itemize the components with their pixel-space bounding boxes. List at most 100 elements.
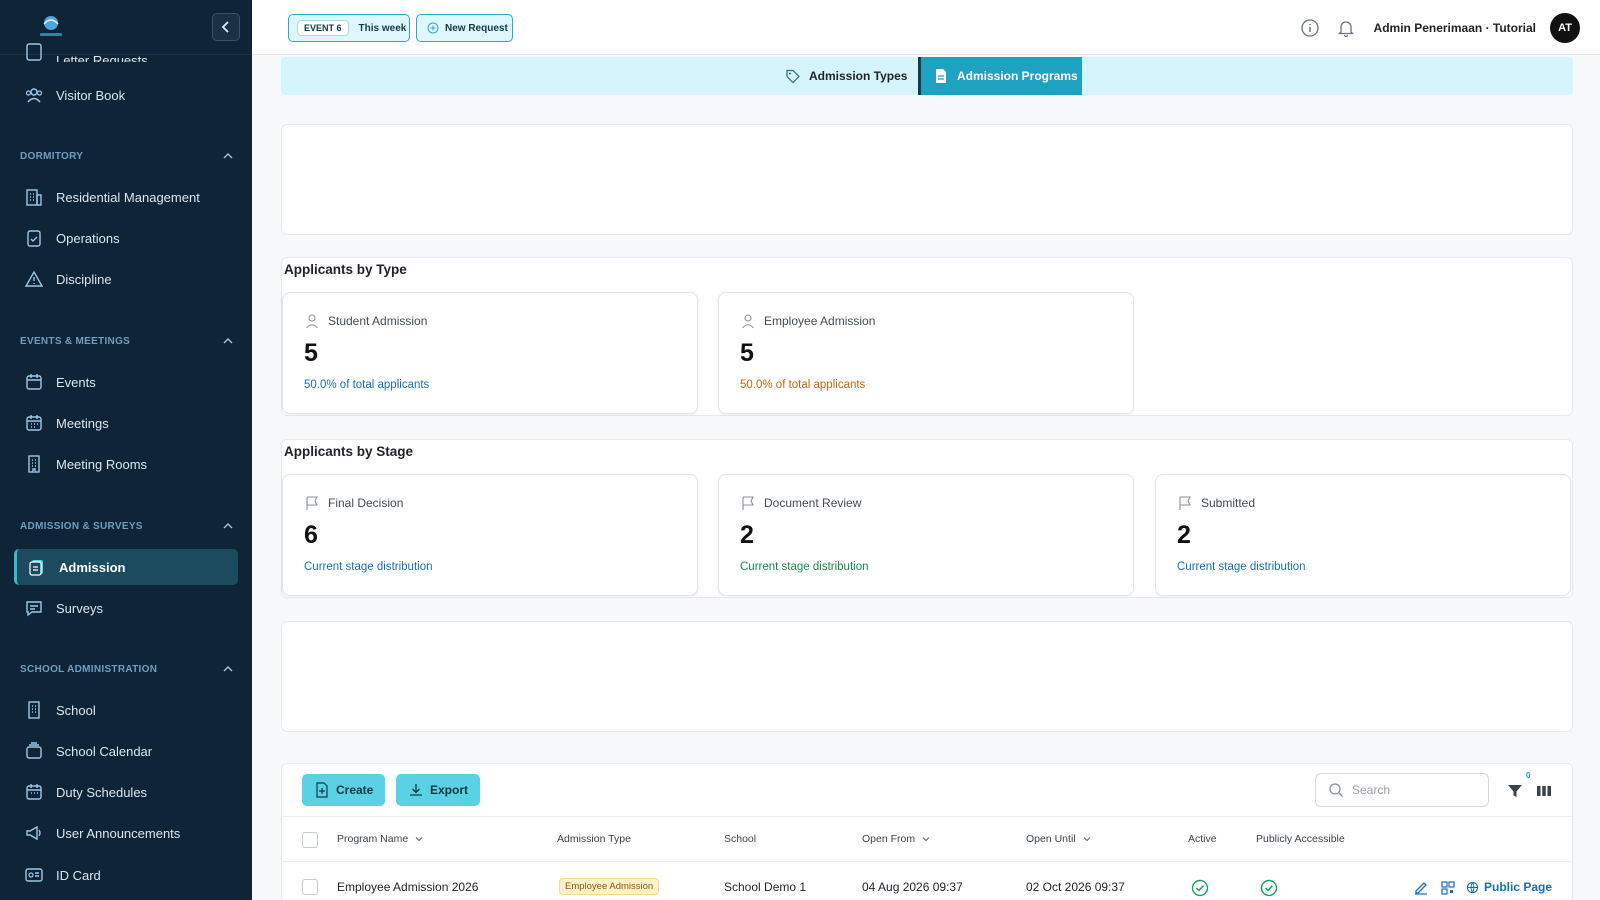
sidebar-item-label: School [56, 702, 96, 718]
user-icon [742, 314, 754, 329]
stage-card-final-decision: Final Decision 6 Current stage distribut… [282, 474, 698, 596]
sidebar-item-label: Residential Management [56, 189, 200, 205]
sidebar-item-duty-schedules[interactable]: Duty Schedules [24, 774, 238, 810]
sidebar-item-events[interactable]: Events [24, 364, 238, 400]
letter-icon [26, 43, 42, 61]
admission-programs-table: Create Export 0 Program Name Admission T… [281, 763, 1573, 900]
table-header: Program Name Admission Type School Open … [282, 816, 1572, 862]
flag-icon [742, 496, 754, 510]
event-week-button[interactable]: EVENT 6 This week [288, 14, 410, 42]
flag-icon [306, 496, 318, 510]
sidebar-item-label: Meeting Rooms [56, 456, 148, 472]
card-value: 5 [304, 339, 318, 367]
stage-card-document-review: Document Review 2 Current stage distribu… [718, 474, 1134, 596]
sidebar-section-admission-surveys[interactable]: ADMISSION & SURVEYS [20, 520, 234, 532]
sidebar-section-dormitory[interactable]: DORMITORY [20, 150, 234, 162]
column-label: School [724, 833, 757, 845]
search-input[interactable] [1352, 783, 1472, 797]
admission-tabs: Admission Types Admission Programs [281, 57, 1573, 95]
avatar[interactable]: AT [1550, 13, 1580, 43]
search-box[interactable] [1315, 773, 1489, 807]
column-program-name[interactable]: Program Name [337, 833, 424, 845]
qr-code-icon[interactable] [1440, 880, 1456, 896]
row-checkbox[interactable] [302, 879, 318, 895]
download-icon [410, 784, 422, 796]
sidebar-item-label: Admission [59, 559, 126, 575]
sidebar-section-events-meetings[interactable]: EVENTS & MEETINGS [20, 335, 234, 347]
sidebar-section-school-administration[interactable]: SCHOOL ADMINISTRATION [20, 663, 234, 675]
stage-card-submitted: Submitted 2 Current stage distribution [1155, 474, 1571, 596]
tab-admission-programs[interactable]: Admission Programs [918, 57, 1082, 95]
column-open-from[interactable]: Open From [862, 833, 931, 845]
chevron-up-icon [223, 338, 233, 344]
sidebar-item-letter-requests[interactable]: Letter Requests [24, 36, 238, 62]
select-all-checkbox[interactable] [302, 832, 318, 848]
column-open-until[interactable]: Open Until [1026, 833, 1092, 845]
sidebar-item-label: Operations [56, 230, 120, 246]
public-check-icon [1260, 879, 1278, 897]
sidebar-item-school-calendar[interactable]: School Calendar [24, 733, 238, 769]
sidebar-item-meetings[interactable]: Meetings [24, 405, 238, 441]
card-value: 5 [740, 339, 754, 367]
sort-chevron-icon [922, 837, 930, 842]
building-icon [26, 189, 42, 206]
flag-icon [1179, 496, 1191, 510]
sort-chevron-icon [1083, 837, 1091, 842]
user-name[interactable]: Admin Penerimaan · Tutorial [1374, 21, 1536, 35]
sidebar-item-user-announcements[interactable]: User Announcements [24, 815, 238, 851]
sidebar-item-id-card[interactable]: ID Card [24, 857, 238, 893]
sidebar-item-meeting-rooms[interactable]: Meeting Rooms [24, 446, 238, 482]
user-icon [306, 314, 318, 329]
sidebar: Letter Requests Visitor Book DORMITORY R… [0, 0, 252, 900]
filter-icon[interactable] [1506, 782, 1524, 800]
event-week-label: This week [358, 22, 407, 34]
sidebar-item-label: Letter Requests [56, 53, 148, 62]
card-label: Student Admission [328, 314, 428, 328]
schedule-icon [26, 784, 42, 800]
search-icon [1329, 783, 1343, 797]
applicants-by-stage-section: Applicants by Stage Final Decision 6 Cur… [281, 439, 1573, 598]
sidebar-item-label: User Announcements [56, 825, 181, 841]
section-title: Applicants by Stage [284, 444, 414, 459]
active-check-icon [1191, 879, 1209, 897]
edit-icon[interactable] [1413, 880, 1429, 896]
columns-icon[interactable] [1535, 782, 1553, 800]
card-label: Document Review [764, 496, 862, 510]
tab-admission-types[interactable]: Admission Types [785, 57, 907, 95]
file-plus-icon [316, 782, 328, 798]
type-card-employee: Employee Admission 5 50.0% of total appl… [718, 292, 1134, 414]
section-title: Applicants by Type [284, 262, 407, 277]
chevron-up-icon [223, 666, 233, 672]
sidebar-item-operations[interactable]: Operations [24, 220, 238, 256]
column-label: Admission Type [557, 833, 631, 845]
sidebar-item-school[interactable]: School [24, 692, 238, 728]
sidebar-item-discipline[interactable]: Discipline [24, 261, 238, 297]
create-button[interactable]: Create [302, 774, 386, 806]
warning-icon [24, 270, 44, 287]
sidebar-item-label: Visitor Book [56, 87, 126, 103]
new-request-button[interactable]: New Request [416, 14, 513, 42]
calendar-icon [26, 374, 42, 390]
bell-icon[interactable] [1336, 18, 1356, 38]
sidebar-item-residential-management[interactable]: Residential Management [24, 179, 238, 215]
export-button[interactable]: Export [396, 774, 481, 806]
sidebar-item-label: Meetings [56, 415, 109, 431]
sidebar-item-surveys[interactable]: Surveys [24, 590, 238, 626]
admission-document-icon [29, 560, 43, 576]
export-label: Export [430, 783, 469, 797]
sidebar-item-visitor-book[interactable]: Visitor Book [24, 77, 238, 113]
info-icon[interactable] [1300, 18, 1320, 38]
megaphone-icon [26, 825, 41, 841]
sidebar-item-label: Surveys [56, 600, 103, 616]
sidebar-item-admission[interactable]: Admission [14, 549, 238, 585]
tab-label: Admission Programs [957, 69, 1078, 83]
filter-count-badge: 0 [1526, 771, 1531, 780]
column-label: Open From [862, 833, 916, 845]
chart-placeholder-panel [281, 621, 1573, 732]
sidebar-item-label: Events [56, 374, 96, 390]
public-page-link[interactable]: Public Page [1466, 880, 1552, 894]
card-subtext: Current stage distribution [1177, 561, 1306, 573]
sidebar-item-label: Discipline [56, 271, 112, 287]
sort-chevron-icon [415, 837, 423, 842]
column-active: Active [1188, 833, 1217, 845]
